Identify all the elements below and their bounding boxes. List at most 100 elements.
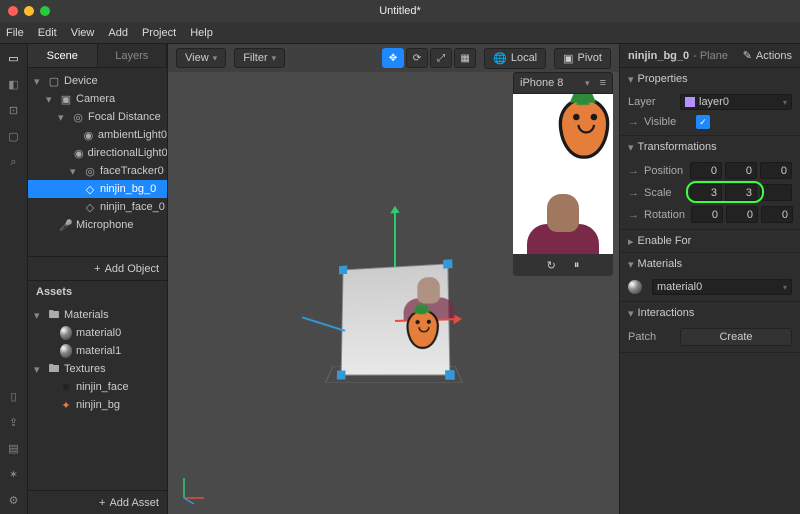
gizmo-z-axis[interactable] xyxy=(301,316,344,331)
prop-layer: Layer layer0▾ xyxy=(628,94,792,110)
menu-help[interactable]: Help xyxy=(190,27,213,39)
rotation-y-input[interactable]: 0 xyxy=(726,206,758,223)
menu-view[interactable]: View xyxy=(71,27,95,39)
tree-row-ambient[interactable]: ◉ambientLight0 xyxy=(28,126,167,144)
asset-ninjin-bg[interactable]: ✦ninjin_bg xyxy=(28,396,167,414)
tree-row-device[interactable]: ▾▢Device xyxy=(28,72,167,90)
section-title: Properties xyxy=(638,73,688,85)
export-icon[interactable]: ⇪ xyxy=(6,414,22,430)
create-patch-button[interactable]: Create xyxy=(680,328,792,346)
rect-tool-icon[interactable]: ▢ xyxy=(6,128,22,144)
section-header-properties[interactable]: ▾Properties xyxy=(620,68,800,90)
asset-folder-materials[interactable]: ▾🖿Materials xyxy=(28,306,167,324)
axis-orientation-gizmo[interactable] xyxy=(178,474,208,504)
material-dropdown[interactable]: material0▾ xyxy=(652,279,792,295)
link-arrow-icon[interactable]: → xyxy=(628,187,638,199)
link-arrow-icon[interactable]: → xyxy=(628,116,638,128)
gizmo-y-axis[interactable] xyxy=(394,211,396,267)
asset-folder-textures[interactable]: ▾🖿Textures xyxy=(28,360,167,378)
scale-z-input[interactable] xyxy=(760,184,792,201)
tree-row-facetracker[interactable]: ▾◎faceTracker0 xyxy=(28,162,167,180)
tree-row-directional[interactable]: ◉directionalLight0 xyxy=(28,144,167,162)
resize-handle[interactable] xyxy=(445,370,455,380)
section-header-interactions[interactable]: ▾Interactions xyxy=(620,302,800,324)
visible-checkbox[interactable]: ✓ xyxy=(696,115,710,129)
section-header-transformations[interactable]: ▾Transformations xyxy=(620,136,800,158)
window-titlebar: Untitled* xyxy=(0,0,800,22)
tree-row-camera[interactable]: ▾▣Camera xyxy=(28,90,167,108)
close-window-button[interactable] xyxy=(8,6,18,16)
search-tool-icon[interactable]: ⌕ xyxy=(6,154,22,170)
section-header-enable-for[interactable]: ▸Enable For xyxy=(620,230,800,252)
rotation-x-input[interactable]: 0 xyxy=(691,206,723,223)
inspector-actions[interactable]: ✎Actions xyxy=(743,49,792,62)
zoom-window-button[interactable] xyxy=(40,6,50,16)
section-header-materials[interactable]: ▾Materials xyxy=(620,253,800,275)
tree-label: Camera xyxy=(76,93,115,105)
menu-add[interactable]: Add xyxy=(108,27,128,39)
menu-project[interactable]: Project xyxy=(142,27,176,39)
preview-device-select[interactable]: iPhone 8 ▾ ≡ xyxy=(513,72,613,94)
test-icon[interactable]: ✶ xyxy=(6,466,22,482)
cube-tool-icon[interactable]: ◧ xyxy=(6,76,22,92)
settings-icon[interactable]: ⚙ xyxy=(6,492,22,508)
material-name: material0 xyxy=(657,281,702,293)
material-icon xyxy=(628,280,642,294)
tree-row-ninjin-face[interactable]: ◇ninjin_face_0 xyxy=(28,198,167,216)
menu-edit[interactable]: Edit xyxy=(38,27,57,39)
null-tool-icon[interactable]: ⊡ xyxy=(6,102,22,118)
section-title: Materials xyxy=(638,258,683,270)
scale-x-input[interactable]: 3 xyxy=(690,184,722,201)
snap-tool[interactable]: ▦ xyxy=(454,48,476,68)
library-icon[interactable]: ▤ xyxy=(6,440,22,456)
position-y-input[interactable]: 0 xyxy=(725,162,757,179)
asset-ninjin-face[interactable]: ☻ninjin_face xyxy=(28,378,167,396)
asset-material1[interactable]: material1 xyxy=(28,342,167,360)
inspector-panel: ninjin_bg_0 - Plane ✎Actions ▾Properties… xyxy=(620,44,800,514)
link-arrow-icon[interactable]: → xyxy=(628,209,638,221)
material-icon xyxy=(60,326,72,340)
refresh-icon[interactable]: ↻ xyxy=(547,259,556,272)
add-object-button[interactable]: +Add Object xyxy=(28,256,167,280)
scene-center xyxy=(339,265,449,375)
menu-file[interactable]: File xyxy=(6,27,24,39)
material-slot[interactable]: material0▾ xyxy=(628,279,792,295)
assets-tree[interactable]: ▾🖿Materials material0 material1 ▾🖿Textur… xyxy=(28,302,167,490)
hamburger-icon[interactable]: ≡ xyxy=(600,77,606,89)
minimize-window-button[interactable] xyxy=(24,6,34,16)
rotation-z-input[interactable]: 0 xyxy=(761,206,793,223)
tree-row-microphone[interactable]: 🎤Microphone xyxy=(28,216,167,234)
add-asset-button[interactable]: +Add Asset xyxy=(28,490,167,514)
tab-layers[interactable]: Layers xyxy=(98,44,168,67)
visible-label: Visible xyxy=(644,116,690,128)
asset-material0[interactable]: material0 xyxy=(28,324,167,342)
add-object-label: Add Object xyxy=(105,263,159,275)
phone-icon[interactable]: ▯ xyxy=(6,388,22,404)
viewport-3d[interactable]: iPhone 8 ▾ ≡ ↻ ⏸ xyxy=(168,72,619,514)
pause-icon[interactable]: ⏸ xyxy=(574,259,580,272)
tree-row-ninjin-bg[interactable]: ◇ninjin_bg_0 xyxy=(28,180,167,198)
world-local-toggle[interactable]: 🌐Local xyxy=(484,48,546,69)
filter-dropdown[interactable]: Filter▾ xyxy=(234,48,285,68)
position-z-input[interactable]: 0 xyxy=(760,162,792,179)
rotate-tool[interactable]: ⟳ xyxy=(406,48,428,68)
window-controls xyxy=(8,6,50,16)
resize-handle[interactable] xyxy=(443,259,452,268)
link-arrow-icon[interactable]: → xyxy=(628,165,638,177)
view-dropdown[interactable]: View▾ xyxy=(176,48,226,68)
resize-handle[interactable] xyxy=(338,265,346,274)
prop-patch: Patch Create xyxy=(628,328,792,346)
layer-dropdown[interactable]: layer0▾ xyxy=(680,94,792,110)
tree-row-focal[interactable]: ▾◎Focal Distance xyxy=(28,108,167,126)
pivot-toggle[interactable]: ▣Pivot xyxy=(554,48,611,69)
scale-y-input[interactable]: 3 xyxy=(725,184,757,201)
tree-label: Microphone xyxy=(76,219,133,231)
tab-scene[interactable]: Scene xyxy=(28,44,98,67)
resize-handle[interactable] xyxy=(336,370,345,379)
scene-tree[interactable]: ▾▢Device ▾▣Camera ▾◎Focal Distance ◉ambi… xyxy=(28,68,167,256)
selected-plane[interactable] xyxy=(340,263,450,375)
position-x-input[interactable]: 0 xyxy=(690,162,722,179)
cursor-tool-icon[interactable]: ▭ xyxy=(6,50,22,66)
move-tool[interactable]: ✥ xyxy=(382,48,404,68)
scale-tool[interactable]: ⤢ xyxy=(430,48,452,68)
